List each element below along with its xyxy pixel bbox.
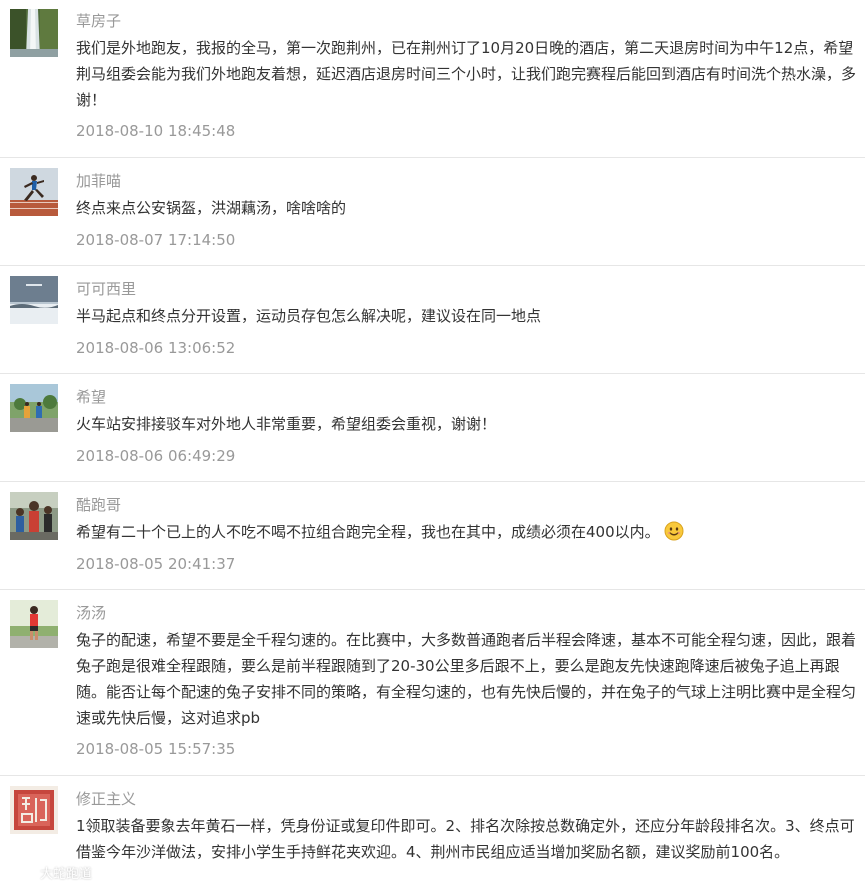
username[interactable]: 草房子 <box>76 11 121 31</box>
comment-text: 我们是外地跑友，我报的全马，第一次跑荆州，已在荆州订了10月20日晚的酒店，第二… <box>76 39 857 109</box>
comment-item: 修正主义 1领取装备要象去年黄石一样，凭身份证或复印件即可。2、排名次除按总数确… <box>0 776 865 889</box>
comment-text: 半马起点和终点分开设置，运动员存包怎么解决呢，建议设在同一地点 <box>76 307 542 325</box>
comment-time: 2018-08-06 13:06:52 <box>76 339 236 357</box>
waterfall-avatar[interactable] <box>10 9 58 57</box>
marathon-runner-avatar[interactable] <box>10 600 58 648</box>
comment-text: 希望有二十个已上的人不吃不喝不拉组合跑完全程，我也在其中，成绩必须在400以内。 <box>76 519 858 545</box>
comment-time: 2018-08-05 15:57:35 <box>76 740 236 758</box>
watermark: 大蛇跑道 <box>6 860 92 884</box>
comment-text: 终点来点公安锅盔，洪湖藕汤，啥啥啥的 <box>76 199 347 217</box>
group-runners-avatar[interactable] <box>10 492 58 540</box>
username[interactable]: 加菲喵 <box>76 171 121 191</box>
snow-landscape-avatar[interactable] <box>10 276 58 324</box>
comment-text: 火车站安排接驳车对外地人非常重要，希望组委会重视，谢谢！ <box>76 415 497 433</box>
calligraphy-seal-avatar[interactable] <box>10 786 58 834</box>
username[interactable]: 修正主义 <box>76 789 136 809</box>
comment-item: 可可西里 半马起点和终点分开设置，运动员存包怎么解决呢，建议设在同一地点 201… <box>0 266 865 374</box>
username[interactable]: 可可西里 <box>76 279 136 299</box>
watermark-logo-icon <box>7 863 34 880</box>
comment-item: 酷跑哥 希望有二十个已上的人不吃不喝不拉组合跑完全程，我也在其中，成绩必须在40… <box>0 482 865 590</box>
street-runners-avatar[interactable] <box>10 384 58 432</box>
comment-text-content: 希望有二十个已上的人不吃不喝不拉组合跑完全程，我也在其中，成绩必须在400以内。 <box>76 523 660 541</box>
comment-text: 兔子的配速，希望不要是全千程匀速的。在比赛中，大多数普通跑者后半程会降速，基本不… <box>76 631 857 727</box>
username[interactable]: 汤汤 <box>76 603 106 623</box>
username[interactable]: 酷跑哥 <box>76 495 121 515</box>
comment-time: 2018-08-10 18:45:48 <box>76 122 236 140</box>
comment-item: 希望 火车站安排接驳车对外地人非常重要，希望组委会重视，谢谢！ 2018-08-… <box>0 374 865 482</box>
comment-item: 草房子 我们是外地跑友，我报的全马，第一次跑荆州，已在荆州订了10月20日晚的酒… <box>0 0 865 158</box>
comment-item: 加菲喵 终点来点公安锅盔，洪湖藕汤，啥啥啥的 2018-08-07 17:14:… <box>0 158 865 266</box>
runner-track-avatar[interactable] <box>10 168 58 216</box>
comment-time: 2018-08-06 06:49:29 <box>76 447 236 465</box>
comment-text: 1领取装备要象去年黄石一样，凭身份证或复印件即可。2、排名次除按总数确定外，还应… <box>76 817 855 861</box>
comment-time: 2018-08-05 20:41:37 <box>76 555 236 573</box>
username[interactable]: 希望 <box>76 387 106 407</box>
comment-time: 2018-08-07 17:14:50 <box>76 231 236 249</box>
comment-item: 汤汤 兔子的配速，希望不要是全千程匀速的。在比赛中，大多数普通跑者后半程会降速，… <box>0 590 865 776</box>
watermark-text: 大蛇跑道 <box>40 866 93 882</box>
smile-emoji <box>664 521 684 541</box>
